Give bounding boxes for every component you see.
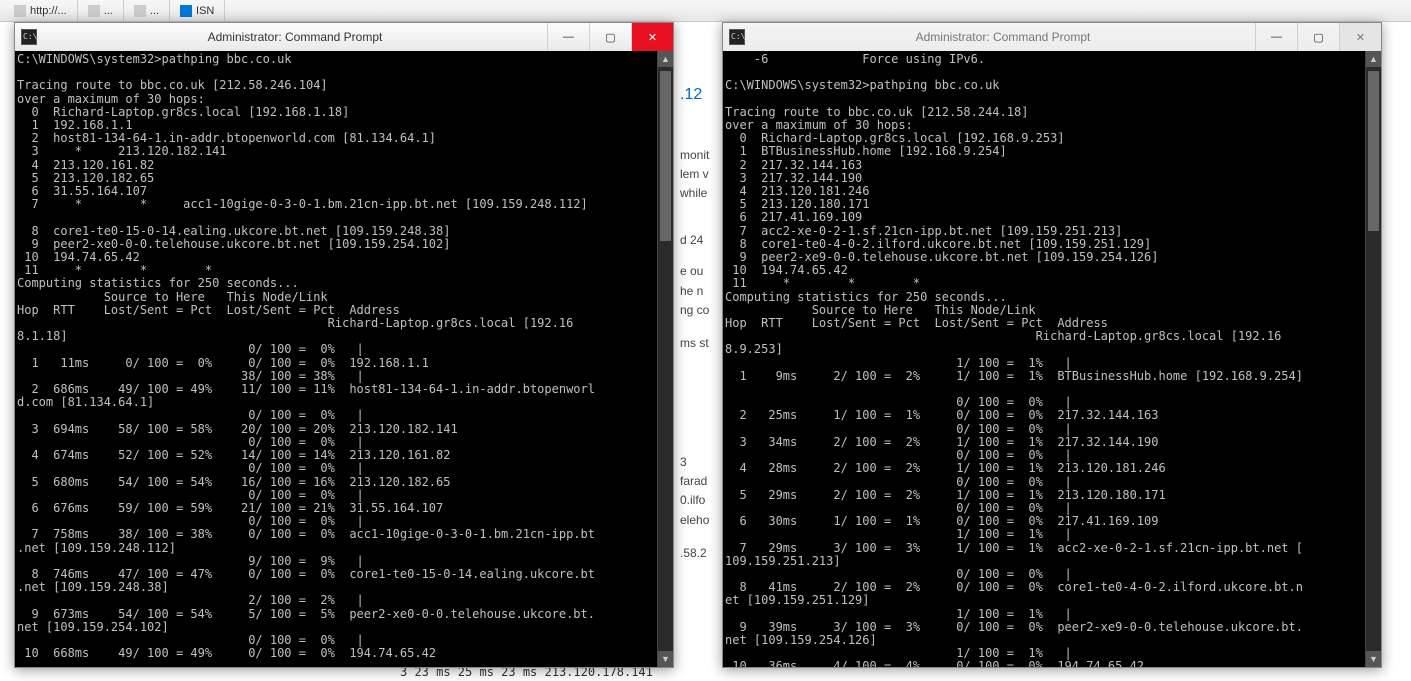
browser-tab[interactable]: ... xyxy=(124,0,170,21)
vertical-scrollbar[interactable]: ▲ ▼ xyxy=(657,51,673,667)
tab-label: ... xyxy=(150,5,159,17)
browser-tabstrip: http://... ... ... ISN xyxy=(0,0,1411,22)
titlebar[interactable]: Administrator: Command Prompt — ▢ ✕ xyxy=(723,23,1381,51)
command-prompt-window-left: Administrator: Command Prompt — ▢ ✕ C:\W… xyxy=(14,22,674,668)
maximize-button[interactable]: ▢ xyxy=(589,23,631,51)
terminal-output[interactable]: -6 Force using IPv6. C:\WINDOWS\system32… xyxy=(723,51,1365,667)
close-button[interactable]: ✕ xyxy=(631,23,673,51)
browser-tab[interactable]: http://... xyxy=(4,0,78,21)
globe-icon xyxy=(88,5,100,17)
minimize-button[interactable]: — xyxy=(1255,23,1297,51)
scroll-up-button[interactable]: ▲ xyxy=(1366,51,1381,67)
tab-label: ... xyxy=(104,5,113,17)
scroll-up-button[interactable]: ▲ xyxy=(658,51,673,67)
tab-label: http://... xyxy=(30,5,67,17)
titlebar[interactable]: Administrator: Command Prompt — ▢ ✕ xyxy=(15,23,673,51)
command-prompt-window-right: Administrator: Command Prompt — ▢ ✕ -6 F… xyxy=(722,22,1382,668)
scroll-thumb[interactable] xyxy=(660,71,671,241)
scroll-thumb[interactable] xyxy=(1368,71,1379,231)
tab-label: ISN xyxy=(196,5,214,17)
cmd-icon xyxy=(729,29,745,45)
window-title: Administrator: Command Prompt xyxy=(43,30,547,44)
window-controls: — ▢ ✕ xyxy=(547,23,673,51)
browser-tab[interactable]: ... xyxy=(78,0,124,21)
cmd-icon xyxy=(21,29,37,45)
vertical-scrollbar[interactable]: ▲ ▼ xyxy=(1365,51,1381,667)
terminal-body[interactable]: -6 Force using IPv6. C:\WINDOWS\system32… xyxy=(723,51,1381,667)
terminal-output[interactable]: C:\WINDOWS\system32>pathping bbc.co.uk T… xyxy=(15,51,657,667)
msn-icon xyxy=(180,5,192,17)
window-title: Administrator: Command Prompt xyxy=(751,30,1255,44)
scroll-down-button[interactable]: ▼ xyxy=(1366,651,1381,667)
terminal-body[interactable]: C:\WINDOWS\system32>pathping bbc.co.uk T… xyxy=(15,51,673,667)
globe-icon xyxy=(14,5,26,17)
close-button[interactable]: ✕ xyxy=(1339,23,1381,51)
scroll-down-button[interactable]: ▼ xyxy=(658,651,673,667)
minimize-button[interactable]: — xyxy=(547,23,589,51)
window-controls: — ▢ ✕ xyxy=(1255,23,1381,51)
browser-tab[interactable]: ISN xyxy=(170,0,225,21)
maximize-button[interactable]: ▢ xyxy=(1297,23,1339,51)
globe-icon xyxy=(134,5,146,17)
